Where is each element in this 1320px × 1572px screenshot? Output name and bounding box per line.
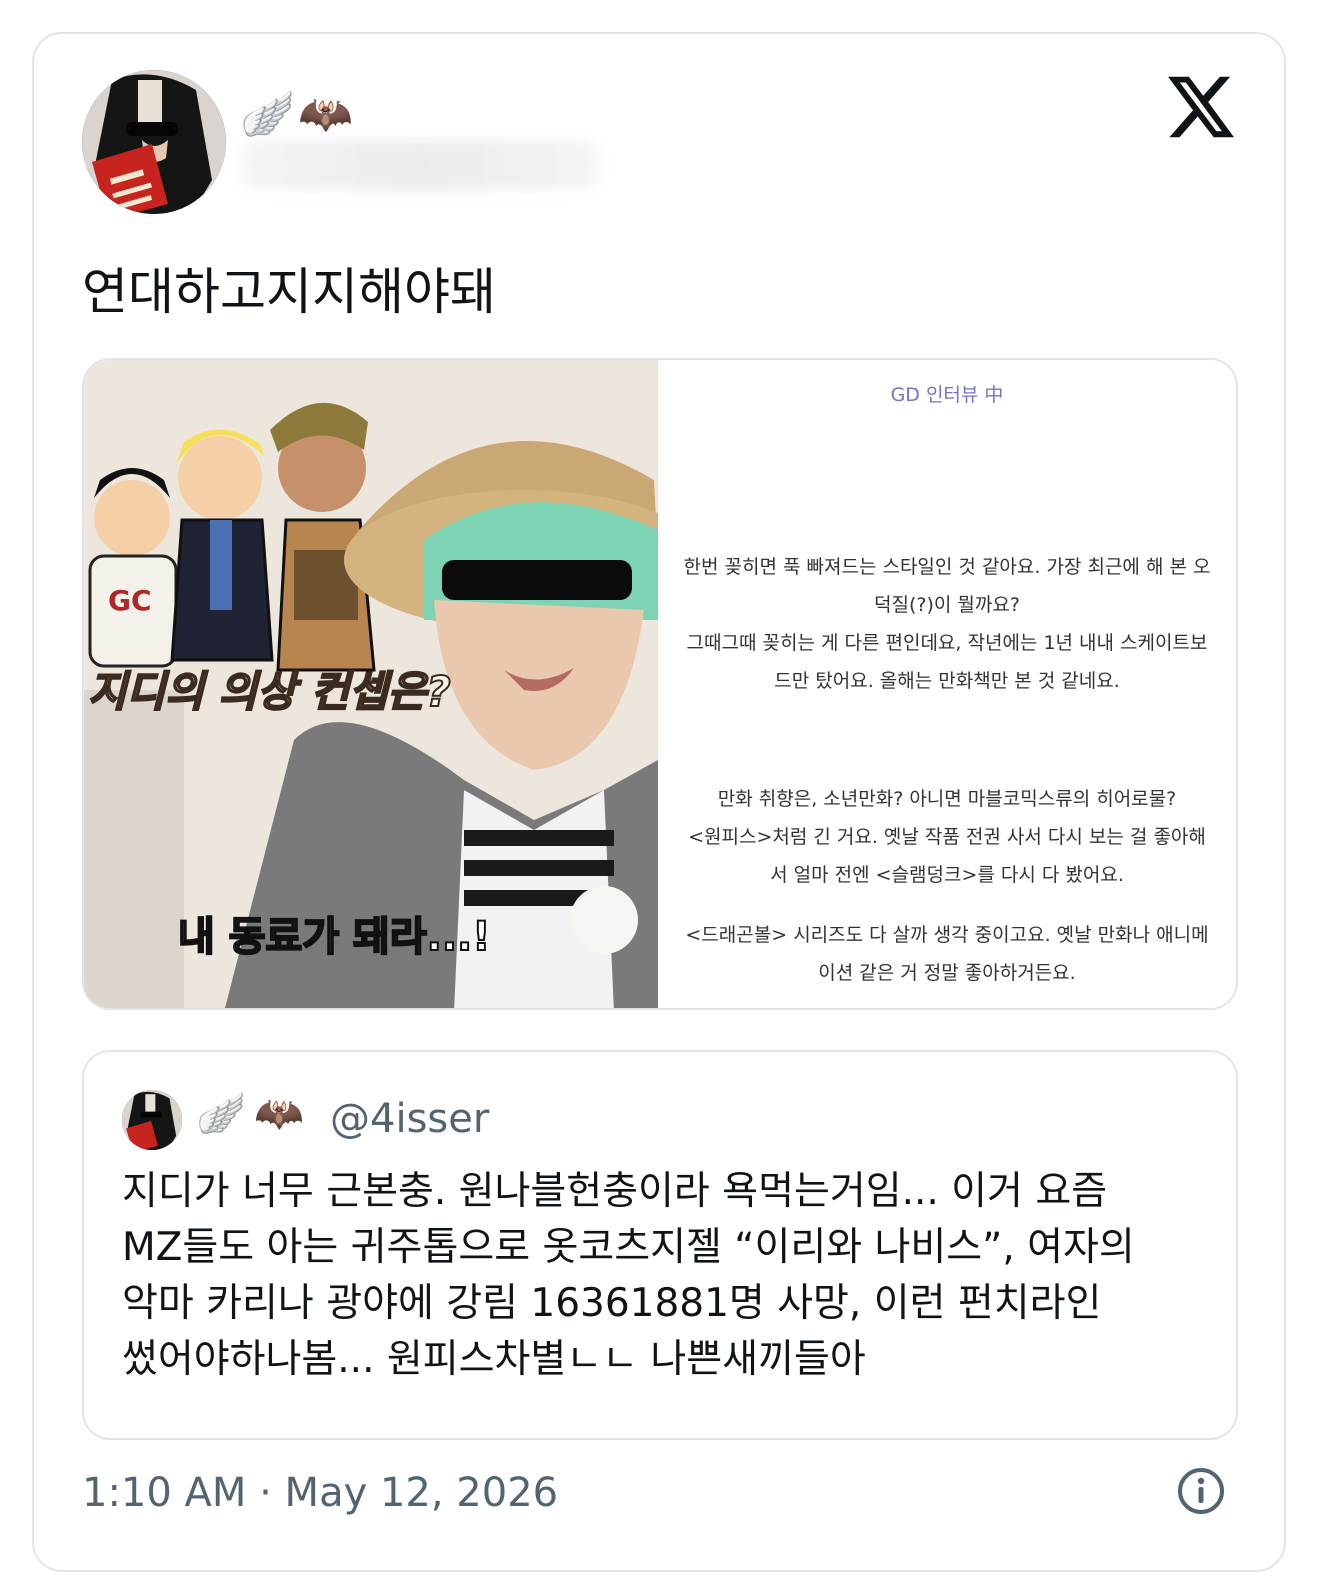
wing-emoji: 🪽 (196, 1091, 246, 1137)
timestamp-link[interactable]: 1:10 AM · May 12, 2026 (82, 1470, 558, 1516)
gd-onepiece-image[interactable]: GC 지디의 의상 컨셉은? 내 동료가 돼라...! (84, 360, 704, 1008)
quoted-tweet[interactable]: 🪽 🦇 @4isser 지디가 너무 근본충. 원나블헌충이라 욕먹는거임...… (82, 1050, 1238, 1440)
caption-bottom: 내 동료가 돼라...! (178, 914, 490, 960)
caption-top: 지디의 의상 컨셉은? (88, 667, 451, 716)
quoted-line: 썼어야하나봄... 원피스차별ㄴㄴ 나쁜새끼들아 (122, 1337, 866, 1382)
interview-paragraph: 만화 취향은, 소년만화? 아니면 마블코믹스류의 히어로물? (717, 788, 1177, 810)
bat-emoji: 🦇 (254, 1091, 304, 1137)
quoted-author-avatar[interactable] (122, 1090, 182, 1150)
x-logo-icon[interactable] (1168, 76, 1234, 138)
interview-title: GD 인터뷰 中 (890, 384, 1004, 406)
quoted-handle[interactable]: @4isser (330, 1096, 489, 1142)
quoted-text: 지디가 너무 근본충. 원나블헌충이라 욕먹는거임... 이거 요즘 MZ들도 … (122, 1164, 1212, 1388)
quoted-line: 악마 카리나 광야에 강림 16361881명 사망, 이런 펀치라인 (122, 1281, 1102, 1326)
info-icon[interactable] (1176, 1466, 1226, 1516)
media-attachment[interactable]: GC 지디의 의상 컨셉은? 내 동료가 돼라...! GD 인터뷰 中 한번 … (82, 358, 1238, 1010)
tweet-text: 연대하고지지해야돼 (82, 263, 496, 321)
gc-shirt-text: GC (108, 584, 152, 617)
interview-paragraph: <드래곤볼> 시리즈도 다 살까 생각 중이고요. 옛날 만화나 애니메이션 같… (685, 924, 1209, 984)
blurred-display-name (240, 140, 600, 190)
quoted-line: 지디가 너무 근본충. 원나블헌충이라 욕먹는거임... 이거 요즘 (122, 1169, 1108, 1214)
interview-paragraph: 그때그때 꽂히는 게 다른 편인데요, 작년에는 1년 내내 스케이트보드만 탔… (686, 632, 1208, 692)
quoted-line: MZ들도 아는 귀주톱으로 옷코츠지젤 “이리와 나비스”, 여자의 (122, 1225, 1135, 1270)
interview-text-image[interactable]: GD 인터뷰 中 한번 꽂히면 푹 빠져드는 스타일인 것 같아요. 가장 최근… (658, 360, 1236, 1008)
interview-paragraph: <원피스>처럼 긴 거요. 옛날 작품 전권 사서 다시 보는 걸 좋아해서 얼… (688, 826, 1206, 886)
wing-emoji: 🪽 (240, 89, 295, 140)
interview-paragraph: 한번 꽂히면 푹 빠져드는 스타일인 것 같아요. 가장 최근에 해 본 오덕질… (683, 556, 1211, 616)
author-avatar[interactable] (82, 70, 226, 214)
bat-emoji: 🦇 (298, 89, 353, 140)
